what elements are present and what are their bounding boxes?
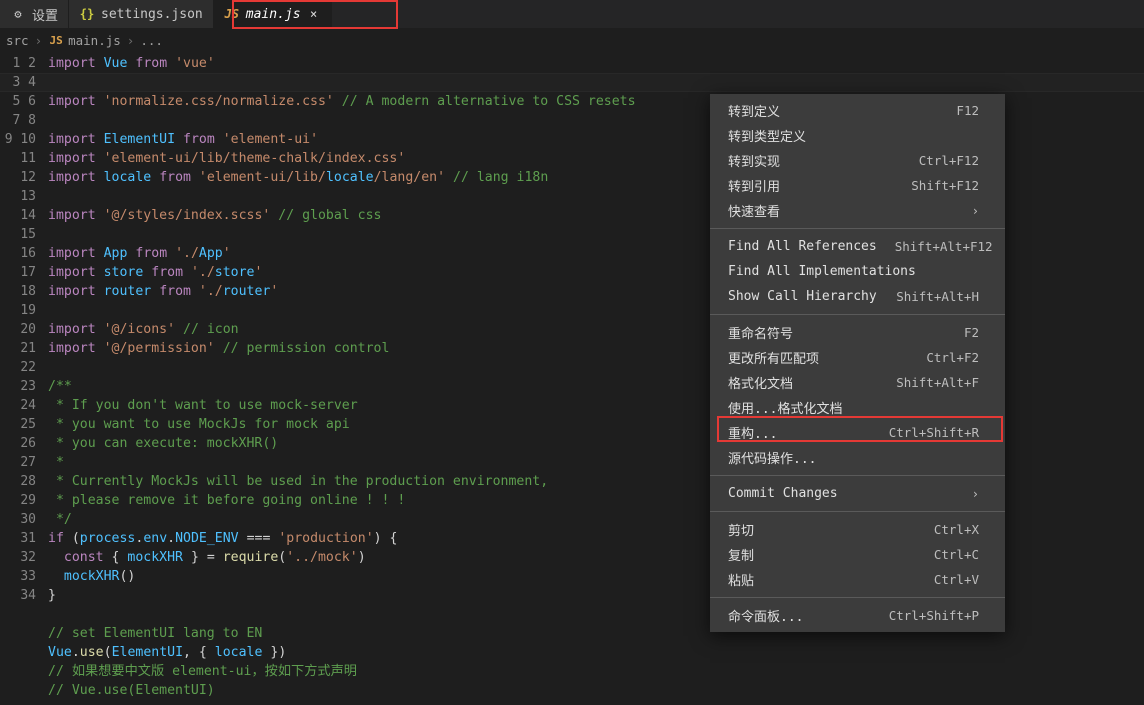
context-menu-shortcut: Ctrl+Shift+P bbox=[889, 608, 979, 623]
breadcrumb-more[interactable]: ... bbox=[140, 33, 163, 48]
context-menu-label: 重命名符号 bbox=[728, 323, 793, 342]
context-menu-item[interactable]: 粘贴 Ctrl+V bbox=[710, 567, 1005, 592]
json-icon: {} bbox=[79, 7, 95, 21]
context-menu-label: 快速查看 bbox=[728, 201, 780, 220]
context-menu-item[interactable]: 使用...格式化文档 bbox=[710, 395, 1005, 420]
context-menu-label: Commit Changes bbox=[728, 486, 838, 501]
context-menu-label: 转到实现 bbox=[728, 151, 780, 170]
context-menu-item[interactable]: 转到引用 Shift+F12 bbox=[710, 173, 1005, 198]
context-menu-item[interactable]: Find All References Shift+Alt+F12 bbox=[710, 234, 1005, 259]
context-menu-item[interactable]: 格式化文档 Shift+Alt+F bbox=[710, 370, 1005, 395]
chevron-right-icon: › bbox=[125, 33, 137, 48]
context-menu-separator bbox=[710, 475, 1005, 476]
tab-bar: ⚙ 设置 {} settings.json JS main.js × bbox=[0, 0, 1144, 28]
tab-settings[interactable]: ⚙ 设置 bbox=[0, 0, 69, 28]
context-menu-shortcut: Ctrl+X bbox=[934, 522, 979, 537]
js-file-icon: JS bbox=[48, 34, 64, 47]
close-icon[interactable]: × bbox=[307, 7, 321, 21]
context-menu-shortcut: Ctrl+C bbox=[934, 547, 979, 562]
context-menu-item[interactable]: 剪切 Ctrl+X bbox=[710, 517, 1005, 542]
context-menu-label: 源代码操作... bbox=[728, 448, 816, 467]
context-menu-shortcut: Ctrl+V bbox=[934, 572, 979, 587]
context-menu-shortcut: F12 bbox=[956, 103, 979, 118]
chevron-right-icon: › bbox=[33, 33, 45, 48]
context-menu-separator bbox=[710, 597, 1005, 598]
context-menu-separator bbox=[710, 228, 1005, 229]
context-menu-item[interactable]: Find All Implementations bbox=[710, 259, 1005, 284]
context-menu-item[interactable]: 转到类型定义 bbox=[710, 123, 1005, 148]
context-menu-item[interactable]: 转到实现 Ctrl+F12 bbox=[710, 148, 1005, 173]
context-menu-item[interactable]: Show Call Hierarchy Shift+Alt+H bbox=[710, 284, 1005, 309]
context-menu-shortcut: Ctrl+F2 bbox=[926, 350, 979, 365]
context-menu-item[interactable]: 复制 Ctrl+C bbox=[710, 542, 1005, 567]
context-menu-shortcut: Shift+F12 bbox=[911, 178, 979, 193]
breadcrumb[interactable]: src › JS main.js › ... bbox=[0, 28, 1144, 52]
context-menu-shortcut: F2 bbox=[964, 325, 979, 340]
context-menu-label: 重构... bbox=[728, 423, 777, 442]
context-menu-item[interactable]: 更改所有匹配项 Ctrl+F2 bbox=[710, 345, 1005, 370]
tab-main-js[interactable]: JS main.js × bbox=[214, 0, 332, 28]
tab-label: 设置 bbox=[32, 5, 58, 24]
context-menu-shortcut: Ctrl+F12 bbox=[919, 153, 979, 168]
context-menu-item[interactable]: 命令面板... Ctrl+Shift+P bbox=[710, 603, 1005, 628]
context-menu-separator bbox=[710, 314, 1005, 315]
context-menu-shortcut: Ctrl+Shift+R bbox=[889, 425, 979, 440]
context-menu-label: Show Call Hierarchy bbox=[728, 289, 877, 304]
context-menu-label: 格式化文档 bbox=[728, 373, 793, 392]
context-menu-label: 转到定义 bbox=[728, 101, 780, 120]
breadcrumb-file[interactable]: main.js bbox=[68, 33, 121, 48]
context-menu-label: 复制 bbox=[728, 545, 754, 564]
context-menu-shortcut: Shift+Alt+F12 bbox=[895, 239, 993, 254]
context-menu-shortcut: Shift+Alt+F bbox=[896, 375, 979, 390]
tab-settings-json[interactable]: {} settings.json bbox=[69, 0, 214, 28]
line-gutter: 1 2 3 4 5 6 7 8 9 10 11 12 13 14 15 16 1… bbox=[0, 52, 48, 705]
context-menu-item[interactable]: 重命名符号 F2 bbox=[710, 320, 1005, 345]
chevron-right-icon: › bbox=[972, 487, 979, 501]
context-menu-label: 剪切 bbox=[728, 520, 754, 539]
context-menu-label: 粘贴 bbox=[728, 570, 754, 589]
context-menu-item[interactable]: Commit Changes › bbox=[710, 481, 1005, 506]
context-menu-label: 使用...格式化文档 bbox=[728, 398, 842, 417]
context-menu-label: 命令面板... bbox=[728, 606, 803, 625]
context-menu-label: 转到引用 bbox=[728, 176, 780, 195]
context-menu-item[interactable]: 快速查看 › bbox=[710, 198, 1005, 223]
chevron-right-icon: › bbox=[972, 204, 979, 218]
context-menu: 转到定义 F12 转到类型定义转到实现 Ctrl+F12 转到引用 Shift+F12 快速… bbox=[710, 94, 1005, 632]
context-menu-separator bbox=[710, 511, 1005, 512]
breadcrumb-folder[interactable]: src bbox=[6, 33, 29, 48]
context-menu-item[interactable]: 重构... Ctrl+Shift+R bbox=[710, 420, 1005, 445]
context-menu-label: 转到类型定义 bbox=[728, 126, 806, 145]
context-menu-label: 更改所有匹配项 bbox=[728, 348, 819, 367]
tab-label: main.js bbox=[246, 7, 301, 22]
context-menu-item[interactable]: 转到定义 F12 bbox=[710, 98, 1005, 123]
tab-label: settings.json bbox=[101, 7, 203, 22]
gear-icon: ⚙ bbox=[10, 7, 26, 21]
js-file-icon: JS bbox=[224, 7, 240, 21]
context-menu-label: Find All References bbox=[728, 239, 877, 254]
context-menu-shortcut: Shift+Alt+H bbox=[896, 289, 979, 304]
context-menu-item[interactable]: 源代码操作... bbox=[710, 445, 1005, 470]
context-menu-label: Find All Implementations bbox=[728, 264, 916, 279]
